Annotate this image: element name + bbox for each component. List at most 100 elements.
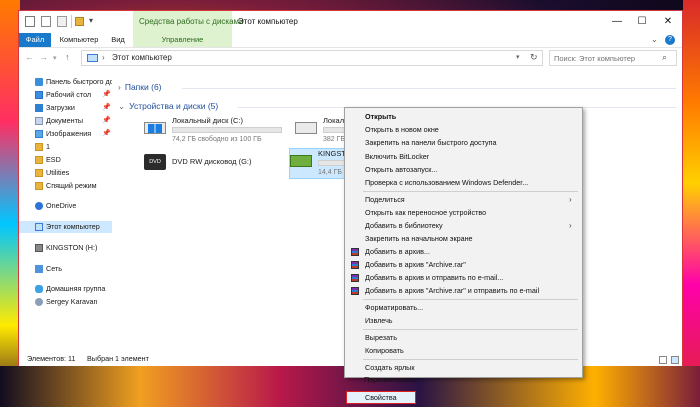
sidebar-item-folder-1[interactable]: 1 xyxy=(19,141,112,153)
menu-item-create-shortcut[interactable]: Создать ярлык xyxy=(347,362,580,373)
refresh-icon[interactable]: ↻ xyxy=(530,52,538,63)
sidebar-item-label: Панель быстрого дос xyxy=(46,77,112,86)
menu-separator xyxy=(363,191,578,192)
close-button[interactable]: ✕ xyxy=(656,11,680,33)
star-icon xyxy=(35,78,43,86)
menu-item-share[interactable]: Поделиться › xyxy=(347,194,580,206)
sidebar-item-label: Utilities xyxy=(46,168,70,177)
menu-item-rename[interactable]: Переименовать xyxy=(346,374,579,386)
sidebar-item-label: Сеть xyxy=(46,264,62,273)
menu-item-autoplay[interactable]: Открыть автозапуск... xyxy=(347,164,580,176)
back-arrow-icon[interactable]: ← xyxy=(25,52,34,62)
customize-chevron-icon[interactable]: ▾ xyxy=(89,16,93,25)
title-bar: ▾ Средства работы с дисками Этот компьют… xyxy=(19,11,682,33)
breadcrumb-this-pc[interactable]: Этот компьютер xyxy=(112,53,172,62)
onedrive-icon xyxy=(35,202,43,210)
pin-icon[interactable]: 📌 xyxy=(102,102,111,114)
pin-icon[interactable]: 📌 xyxy=(102,115,111,127)
sidebar-item-user[interactable]: Sergey Karavan xyxy=(19,296,112,308)
maximize-button[interactable]: ☐ xyxy=(630,11,654,33)
sidebar-item-quick-access[interactable]: Панель быстрого дос xyxy=(19,76,112,88)
sidebar-item-sleep-mode[interactable]: Спящий режим xyxy=(19,180,112,192)
menu-item-pin-start[interactable]: Закрепить на начальном экране xyxy=(347,233,580,245)
folders-group-label: Папки (6) xyxy=(124,82,162,92)
menu-item-pin-quick-access[interactable]: Закрепить на панели быстрого доступа xyxy=(347,137,580,149)
breadcrumb-chevron-icon[interactable]: › xyxy=(102,53,105,62)
window-title: Этот компьютер xyxy=(238,17,298,26)
address-field[interactable]: › Этот компьютер ▾ ↻ xyxy=(81,50,543,66)
address-history-chevron-icon[interactable]: ▾ xyxy=(516,53,520,61)
minimize-button[interactable]: — xyxy=(605,11,629,33)
tab-file[interactable]: Файл xyxy=(19,33,51,47)
window-menu-icon[interactable] xyxy=(25,16,35,27)
large-icons-view-icon[interactable] xyxy=(671,356,679,364)
menu-item-archive-email[interactable]: Добавить в архив и отправить по e-mail..… xyxy=(347,272,580,284)
expand-chevron-icon[interactable]: ⌄ xyxy=(118,101,125,111)
folder-icon xyxy=(35,169,43,177)
sidebar-item-label: Спящий режим xyxy=(46,181,97,190)
menu-item-add-to-library[interactable]: Добавить в библиотеку › xyxy=(347,220,580,232)
computer-icon xyxy=(35,223,43,231)
recent-locations-chevron-icon[interactable]: ▾ xyxy=(53,54,57,62)
properties-quick-icon[interactable] xyxy=(41,16,51,27)
menu-item-copy[interactable]: Копировать xyxy=(347,345,580,357)
menu-item-defender-scan[interactable]: Проверка с использованием Windows Defend… xyxy=(347,177,580,189)
sidebar-item-documents[interactable]: Документы 📌 xyxy=(19,115,112,127)
menu-item-cut[interactable]: Вырезать xyxy=(347,332,580,344)
sidebar-item-network[interactable]: Сеть xyxy=(19,263,112,275)
sidebar-item-desktop[interactable]: Рабочий стол 📌 xyxy=(19,89,112,101)
tab-computer[interactable]: Компьютер xyxy=(55,33,103,47)
search-input[interactable] xyxy=(554,52,659,64)
sidebar-item-this-pc[interactable]: Этот компьютер xyxy=(19,221,112,233)
menu-item-eject[interactable]: Извлечь xyxy=(347,315,580,327)
sidebar-item-esd[interactable]: ESD xyxy=(19,154,112,166)
new-folder-quick-icon[interactable] xyxy=(75,17,84,26)
sidebar-item-label: Документы xyxy=(46,116,84,125)
expand-ribbon-icon[interactable]: ⌄ xyxy=(651,35,658,44)
menu-item-add-archive[interactable]: Добавить в архив... xyxy=(347,246,580,258)
group-divider xyxy=(182,88,676,89)
drive-c[interactable]: Локальный диск (C:) 74,2 ГБ свободно из … xyxy=(144,116,292,146)
forward-arrow-icon[interactable]: → xyxy=(39,52,48,62)
winrar-icon xyxy=(351,274,359,282)
drive-dvd[interactable]: DVD DVD RW дисковод (G:) xyxy=(144,152,284,176)
tab-manage[interactable]: Управление xyxy=(133,33,232,47)
navigation-pane: Панель быстрого дос Рабочий стол 📌 Загру… xyxy=(19,68,112,354)
sidebar-item-onedrive[interactable]: OneDrive xyxy=(19,200,112,212)
submenu-arrow-icon: › xyxy=(569,195,572,204)
ribbon-tabs: Файл Компьютер Вид Управление ⌄ ? xyxy=(19,33,682,48)
menu-item-format[interactable]: Форматировать... xyxy=(347,302,580,314)
sidebar-item-label: Рабочий стол xyxy=(46,90,92,99)
menu-item-archive-rar-email[interactable]: Добавить в архив "Archive.rar" и отправи… xyxy=(347,285,580,297)
up-arrow-icon[interactable]: ↑ xyxy=(65,52,70,62)
pin-icon[interactable]: 📌 xyxy=(102,89,111,101)
menu-item-properties[interactable]: Свойства xyxy=(346,391,416,404)
sidebar-item-pictures[interactable]: Изображения 📌 xyxy=(19,128,112,140)
drive-free-space: 74,2 ГБ свободно из 100 ГБ xyxy=(172,136,262,143)
menu-item-enable-bitlocker[interactable]: Включить BitLocker xyxy=(347,151,580,163)
sidebar-item-kingston[interactable]: KINGSTON (H:) xyxy=(19,242,112,254)
sidebar-item-label: Изображения xyxy=(46,129,92,138)
details-view-icon[interactable] xyxy=(659,356,667,364)
sidebar-item-downloads[interactable]: Загрузки 📌 xyxy=(19,102,112,114)
pin-icon[interactable]: 📌 xyxy=(102,128,111,140)
network-icon xyxy=(35,265,43,273)
folders-group-header[interactable]: › Папки (6) xyxy=(118,82,162,92)
new-doc-quick-icon[interactable] xyxy=(57,16,67,27)
sidebar-item-label: OneDrive xyxy=(46,201,77,210)
menu-item-open-new-window[interactable]: Открыть в новом окне xyxy=(347,124,580,136)
menu-item-open-portable[interactable]: Открыть как переносное устройство xyxy=(347,207,580,219)
menu-item-add-archive-rar[interactable]: Добавить в архив "Archive.rar" xyxy=(347,259,580,271)
item-count: Элементов: 11 xyxy=(27,354,76,363)
submenu-arrow-icon: › xyxy=(569,221,572,230)
tab-view[interactable]: Вид xyxy=(107,33,129,47)
search-icon[interactable]: ⌕ xyxy=(662,52,667,63)
computer-icon xyxy=(87,54,98,62)
menu-item-open[interactable]: Открыть xyxy=(347,111,580,123)
sidebar-item-homegroup[interactable]: Домашняя группа xyxy=(19,283,112,295)
collapse-chevron-icon[interactable]: › xyxy=(118,82,121,92)
devices-group-header[interactable]: ⌄ Устройства и диски (5) xyxy=(118,101,218,112)
search-box[interactable]: ⌕ xyxy=(549,50,677,66)
sidebar-item-utilities[interactable]: Utilities xyxy=(19,167,112,179)
help-icon[interactable]: ? xyxy=(665,35,675,45)
